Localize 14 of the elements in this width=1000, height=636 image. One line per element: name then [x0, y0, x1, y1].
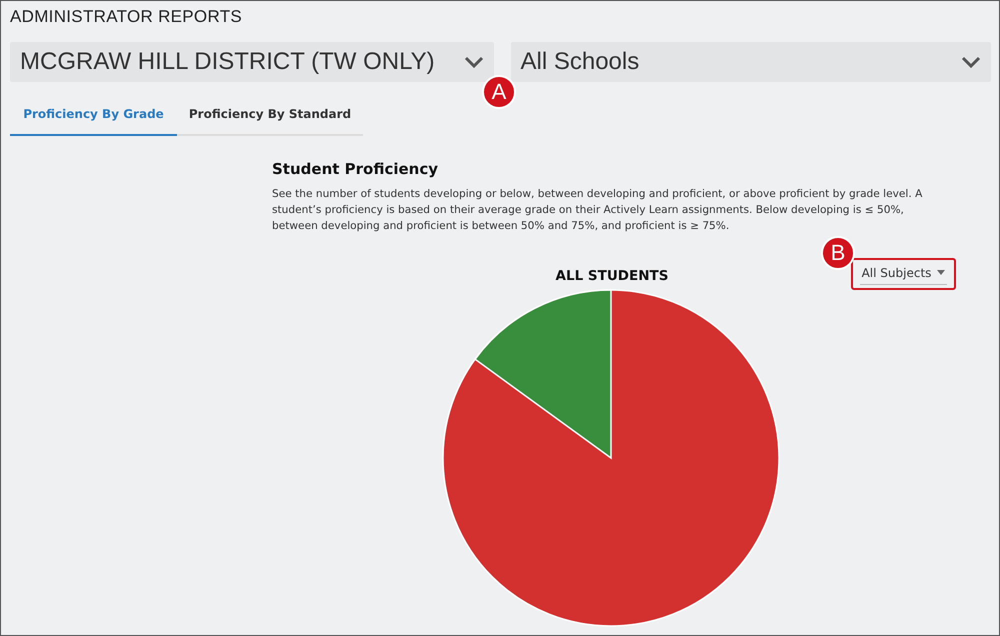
callout-badge: A: [482, 75, 516, 109]
page-title: ADMINISTRATOR REPORTS: [10, 7, 244, 27]
callout-badge: B: [821, 236, 855, 270]
section-title: Student Proficiency: [272, 160, 440, 178]
description-text: See the number of students developing or below, between developing and proficient, or above proficient by grade level. A student’s proficiency is based on their average grade on their Actively Learn assignments. Below developing is ≤ 50%, between developing and proficient is between 50% and 75%, and proficient is ≥ 75%.: [272, 187, 924, 234]
chart-title: ALL STUDENTS: [554, 268, 670, 284]
tab[interactable]: Proficiency By Standard: [177, 94, 363, 136]
caret-down-icon: [937, 270, 946, 275]
chevron-down-icon: [464, 56, 484, 68]
tab[interactable]: Proficiency By Grade: [10, 94, 177, 136]
filter-dropdown[interactable]: MCGRAW HILL DISTRICT (TW ONLY): [10, 42, 494, 82]
chevron-down-icon: [961, 56, 981, 68]
subject-dropdown[interactable]: All Subjects: [860, 264, 948, 284]
filter-dropdown[interactable]: All Schools: [510, 42, 991, 82]
